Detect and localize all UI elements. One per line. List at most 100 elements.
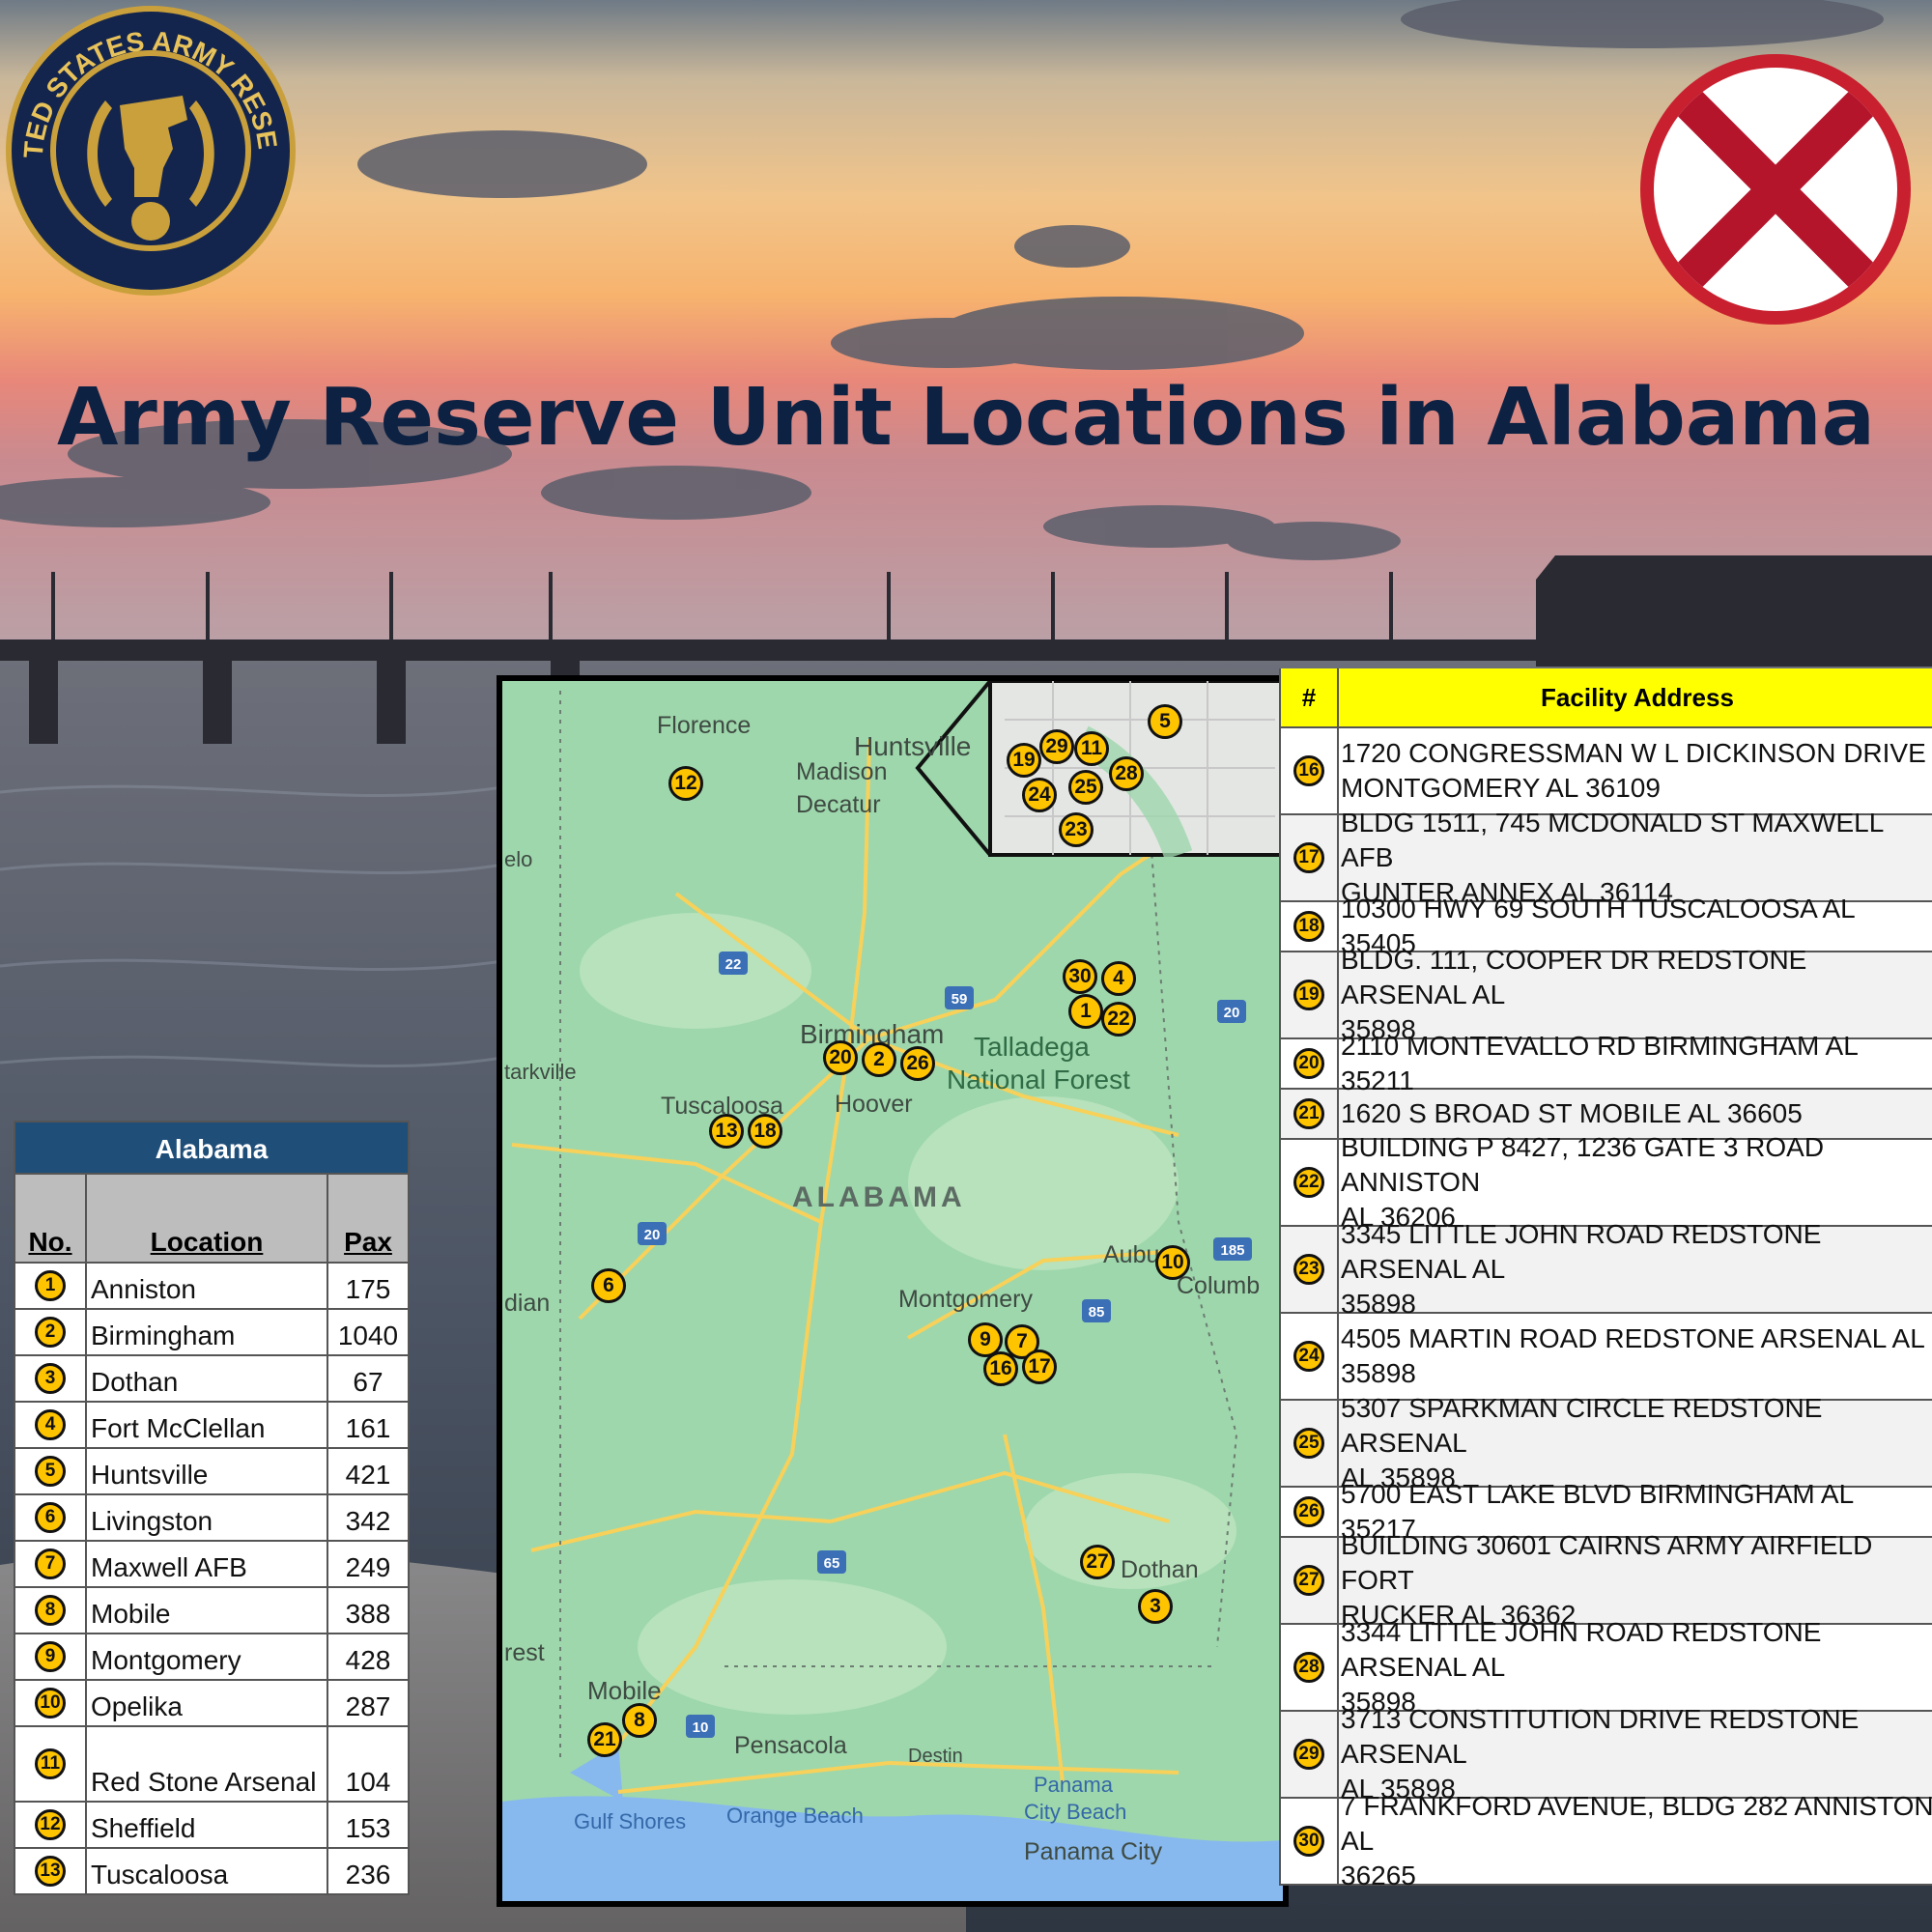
- row-location: Anniston: [87, 1264, 328, 1308]
- marker-25[interactable]: 25: [1068, 770, 1103, 805]
- marker-badge: 9: [35, 1641, 66, 1672]
- highway-20-west-label: 20: [644, 1227, 661, 1243]
- highway-65-label: 65: [824, 1555, 840, 1572]
- marker-badge: 10: [35, 1688, 66, 1719]
- row-location: Red Stone Arsenal: [87, 1727, 328, 1801]
- place-meridian: dian: [504, 1290, 551, 1317]
- place-talladega-line2: National Forest: [947, 1065, 1130, 1094]
- marker-badge: 21: [1293, 1098, 1324, 1129]
- marker-26[interactable]: 26: [900, 1046, 935, 1081]
- place-florence: Florence: [657, 712, 752, 739]
- row-number: 26: [1281, 1488, 1339, 1536]
- marker-22[interactable]: 22: [1101, 1002, 1136, 1037]
- place-hoover: Hoover: [835, 1091, 913, 1118]
- marker-badge: 3: [35, 1363, 66, 1394]
- row-number: 9: [15, 1634, 87, 1679]
- marker-27[interactable]: 27: [1080, 1545, 1115, 1579]
- marker-23[interactable]: 23: [1059, 812, 1094, 847]
- row-number: 28: [1281, 1625, 1339, 1710]
- row-address: 7 FRANKFORD AVENUE, BLDG 282 ANNISTON AL…: [1341, 1791, 1932, 1886]
- facility-address-table: # Facility Address 16 1720 CONGRESSMAN W …: [1279, 668, 1932, 1886]
- marker-badge: 29: [1293, 1739, 1324, 1770]
- page-title: Army Reserve Unit Locations in Alabama: [56, 372, 1876, 464]
- marker-29[interactable]: 29: [1039, 729, 1074, 764]
- row-number: 10: [15, 1681, 87, 1725]
- locations-table: Alabama No. Location Pax 1 Anniston 175 2 Bi…: [14, 1121, 410, 1895]
- place-orange-beach: Orange Beach: [726, 1804, 864, 1828]
- marker-13[interactable]: 13: [709, 1114, 744, 1149]
- marker-1[interactable]: 1: [1068, 994, 1103, 1029]
- row-address: 4505 MARTIN ROAD REDSTONE ARSENAL AL 358…: [1341, 1323, 1925, 1388]
- row-number: 22: [1281, 1140, 1339, 1225]
- row-number: 21: [1281, 1090, 1339, 1138]
- row-number: 6: [15, 1495, 87, 1540]
- row-pax: 342: [345, 1506, 391, 1536]
- row-number: 12: [15, 1803, 87, 1847]
- place-alabama-state: ALABAMA: [792, 1181, 966, 1213]
- marker-30[interactable]: 30: [1063, 959, 1097, 994]
- highway-59-label: 59: [952, 991, 968, 1008]
- row-address: BUILDING 30601 CAIRNS ARMY AIRFIELD FORT…: [1341, 1530, 1873, 1630]
- marker-10[interactable]: 10: [1155, 1245, 1190, 1280]
- marker-badge: 30: [1293, 1826, 1324, 1857]
- marker-4[interactable]: 4: [1101, 961, 1136, 996]
- table-row: 23 3345 LITTLE JOHN ROAD REDSTONE ARSENAL…: [1281, 1219, 1932, 1319]
- marker-badge: 27: [1293, 1565, 1324, 1596]
- marker-badge: 26: [1293, 1496, 1324, 1527]
- row-location: Huntsville: [87, 1449, 328, 1493]
- row-number: 18: [1281, 902, 1339, 951]
- marker-19[interactable]: 19: [1007, 743, 1041, 778]
- row-location: Maxwell AFB: [87, 1542, 328, 1586]
- marker-badge: 16: [1293, 755, 1324, 786]
- marker-11[interactable]: 11: [1074, 731, 1109, 766]
- col-header-facility-address: Facility Address: [1541, 682, 1734, 712]
- row-number: 16: [1281, 728, 1339, 813]
- marker-5[interactable]: 5: [1148, 704, 1182, 739]
- marker-17[interactable]: 17: [1022, 1350, 1057, 1384]
- place-mobile: Mobile: [587, 1676, 662, 1705]
- place-gulf-shores: Gulf Shores: [574, 1809, 687, 1833]
- col-header-number: #: [1281, 668, 1339, 726]
- address-table-header-row: # Facility Address: [1281, 668, 1932, 728]
- marker-20[interactable]: 20: [823, 1040, 858, 1075]
- highway-10-label: 10: [693, 1719, 709, 1736]
- place-madison: Madison: [796, 758, 888, 785]
- marker-badge: 2: [35, 1317, 66, 1348]
- marker-3[interactable]: 3: [1138, 1589, 1173, 1624]
- table-row: 5 Huntsville 421: [15, 1447, 408, 1493]
- marker-2[interactable]: 2: [862, 1042, 896, 1077]
- table-row: 9 Montgomery 428: [15, 1633, 408, 1679]
- place-talladega-line1: Talladega: [974, 1032, 1090, 1062]
- place-columbus: Columb: [1177, 1272, 1261, 1299]
- marker-21[interactable]: 21: [587, 1722, 622, 1757]
- place-destin: Destin: [908, 1746, 963, 1767]
- marker-18[interactable]: 18: [748, 1114, 782, 1149]
- row-number: 8: [15, 1588, 87, 1633]
- marker-12[interactable]: 12: [668, 766, 703, 801]
- table-row: 8 Mobile 388: [15, 1586, 408, 1633]
- row-address: BLDG. 111, COOPER DR REDSTONE ARSENAL AL…: [1341, 945, 1807, 1044]
- place-decatur: Decatur: [796, 791, 881, 818]
- table-row: 27 BUILDING 30601 CAIRNS ARMY AIRFIELD FO…: [1281, 1530, 1932, 1630]
- table-row: 11 Red Stone Arsenal 104: [15, 1725, 408, 1801]
- table-row: 2 Birmingham 1040: [15, 1308, 408, 1354]
- row-location: Sheffield: [87, 1803, 328, 1847]
- marker-8[interactable]: 8: [622, 1703, 657, 1738]
- marker-24[interactable]: 24: [1022, 778, 1057, 812]
- alabama-map[interactable]: 22 59 20 20 185 85 65 10 Florence Huntsv…: [497, 675, 1289, 1907]
- row-location: Montgomery: [87, 1634, 328, 1679]
- row-address: 1720 CONGRESSMAN W L DICKINSON DRIVE MON…: [1341, 738, 1926, 803]
- row-address: BUILDING P 8427, 1236 GATE 3 ROAD ANNIST…: [1341, 1132, 1825, 1232]
- row-pax: 161: [345, 1413, 391, 1443]
- marker-16[interactable]: 16: [983, 1351, 1018, 1386]
- marker-badge: 7: [35, 1548, 66, 1579]
- place-panama-city-beach-line1: Panama: [1034, 1773, 1113, 1797]
- place-dothan: Dothan: [1121, 1556, 1199, 1583]
- table-row: 16 1720 CONGRESSMAN W L DICKINSON DRIVE M…: [1281, 728, 1932, 815]
- row-pax: 153: [345, 1813, 391, 1843]
- row-pax: 175: [345, 1274, 391, 1304]
- locations-table-heading: Alabama: [15, 1122, 408, 1173]
- marker-6[interactable]: 6: [591, 1268, 626, 1303]
- table-row: 24 4505 MARTIN ROAD REDSTONE ARSENAL AL 3…: [1281, 1314, 1932, 1401]
- marker-28[interactable]: 28: [1109, 756, 1144, 791]
